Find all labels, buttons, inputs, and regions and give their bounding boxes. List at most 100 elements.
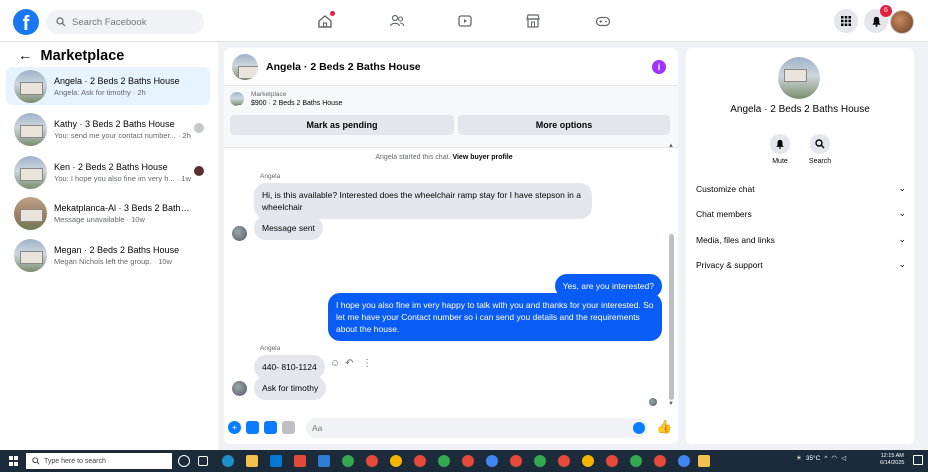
gif-icon[interactable] (282, 421, 295, 434)
mute-label: Mute (772, 158, 788, 165)
more-options-button[interactable]: More options (458, 115, 670, 135)
listing-thumbnail (14, 69, 47, 103)
mark-pending-button[interactable]: Mark as pending (230, 115, 454, 135)
weather-icon[interactable]: ☀ (796, 454, 802, 462)
conversation-item[interactable]: Mekatplanca-Al · 3 Beds 2 Baths H... Mes… (6, 194, 210, 232)
chrome-icon[interactable] (390, 455, 402, 467)
sender-avatar (232, 226, 247, 241)
sticker-icon[interactable] (264, 421, 277, 434)
chrome-icon[interactable] (342, 455, 354, 467)
windows-start-icon[interactable] (9, 456, 19, 466)
details-title: Angela · 2 Beds 2 Baths House (730, 104, 870, 115)
taskbar-search[interactable]: Type here to search (26, 453, 172, 469)
incoming-message[interactable]: Hi, is this available? Interested does t… (254, 183, 592, 219)
facebook-logo[interactable]: f (13, 9, 39, 35)
section-media-files-links[interactable]: Media, files and links ⌄ (696, 234, 906, 245)
section-chat-members[interactable]: Chat members ⌄ (696, 208, 906, 219)
temperature[interactable]: 35°C (806, 455, 821, 462)
chrome-icon[interactable] (534, 455, 546, 467)
tray-chevron-up-icon[interactable]: ^ (824, 455, 827, 462)
view-buyer-profile-link[interactable]: View buyer profile (452, 154, 512, 161)
chevron-down-icon: ⌄ (898, 234, 906, 244)
chrome-icon[interactable] (630, 455, 642, 467)
photo-icon[interactable] (246, 421, 259, 434)
scroll-up-arrow-icon[interactable]: ▲ (668, 143, 674, 149)
conversation-name: Kathy · 3 Beds 2 Baths House (54, 118, 175, 129)
message-input[interactable] (306, 418, 648, 438)
conversation-item[interactable]: Megan · 2 Beds 2 Baths House Megan Nicho… (6, 236, 210, 274)
folder-icon[interactable] (698, 455, 710, 467)
section-privacy-support[interactable]: Privacy & support ⌄ (696, 259, 906, 270)
top-bar: f 6 (0, 0, 928, 42)
chrome-icon[interactable] (654, 455, 666, 467)
home-icon[interactable] (316, 11, 335, 30)
conversation-preview: Angela: Ask for timothy · 2h (54, 87, 146, 97)
search-icon (32, 457, 40, 465)
listing-price: $900 · 2 Beds 2 Baths House (251, 100, 343, 107)
chrome-icon[interactable] (486, 455, 498, 467)
section-customize-chat[interactable]: Customize chat ⌄ (696, 183, 906, 194)
volume-icon[interactable]: ◁ (841, 454, 846, 462)
emoji-icon[interactable] (633, 422, 645, 434)
profile-avatar[interactable] (890, 10, 914, 34)
back-arrow-icon[interactable]: ← (18, 48, 33, 64)
edge-icon[interactable] (222, 455, 234, 467)
notification-center-icon[interactable] (913, 455, 923, 465)
chrome-icon[interactable] (462, 455, 474, 467)
listing-mini-thumbnail (230, 92, 244, 106)
thumbs-up-icon[interactable]: 👍 (656, 419, 672, 435)
chrome-icon[interactable] (558, 455, 570, 467)
search-action[interactable]: Search (800, 134, 840, 165)
taskbar-clock[interactable]: 12:15 AM 6/14/2025 (880, 453, 904, 467)
search-box[interactable] (46, 10, 204, 34)
reply-icon[interactable]: ↶ (345, 358, 353, 369)
chrome-icon[interactable] (678, 455, 690, 467)
clock-time: 12:15 AM (880, 453, 904, 459)
search-input[interactable] (72, 16, 192, 28)
word-icon[interactable] (318, 455, 330, 467)
outgoing-message[interactable]: I hope you also fine im very happy to ta… (328, 293, 662, 341)
sender-avatar (232, 381, 247, 396)
cortana-icon[interactable] (178, 455, 190, 467)
search-label: Search (808, 158, 832, 165)
task-view-icon[interactable] (198, 456, 208, 466)
conversation-item[interactable]: Kathy · 3 Beds 2 Baths House You: send m… (6, 110, 210, 148)
chevron-down-icon: ⌄ (898, 259, 906, 269)
taskbar-search-placeholder: Type here to search (44, 457, 106, 465)
seen-avatar (194, 166, 204, 176)
chrome-icon[interactable] (414, 455, 426, 467)
mute-action[interactable]: Mute (760, 134, 800, 165)
chrome-icon[interactable] (366, 455, 378, 467)
conversation-item[interactable]: Ken · 2 Beds 2 Baths House You: I hope y… (6, 153, 210, 191)
app-icon[interactable] (294, 455, 306, 467)
incoming-message[interactable]: Message sent (254, 216, 323, 240)
marketplace-icon[interactable] (524, 12, 542, 30)
file-explorer-icon[interactable] (246, 455, 258, 467)
chevron-down-icon: ⌄ (898, 183, 906, 193)
more-actions-icon[interactable]: ⋮ (362, 358, 372, 369)
menu-button[interactable] (834, 9, 858, 33)
friends-icon[interactable] (388, 12, 406, 30)
chat-listing-thumbnail[interactable] (232, 53, 258, 80)
notifications-button[interactable]: 6 (864, 5, 892, 33)
chat-title[interactable]: Angela · 2 Beds 2 Baths House (266, 61, 421, 73)
video-icon[interactable] (456, 12, 474, 30)
gaming-icon[interactable] (594, 12, 612, 30)
conversation-item[interactable]: Angela · 2 Beds 2 Baths House Angela: As… (6, 67, 210, 105)
chat-scrollbar[interactable] (669, 234, 674, 400)
chat-window: Angela · 2 Beds 2 Baths House i Marketpl… (224, 48, 678, 444)
add-attachment-icon[interactable]: + (228, 421, 241, 434)
chrome-icon[interactable] (606, 455, 618, 467)
incoming-message[interactable]: Ask for timothy (254, 376, 327, 400)
info-icon[interactable]: i (652, 60, 666, 74)
chrome-icon[interactable] (510, 455, 522, 467)
mail-icon[interactable] (270, 455, 282, 467)
chrome-icon[interactable] (438, 455, 450, 467)
read-receipt-avatar (649, 398, 657, 406)
grid-menu-icon (841, 16, 851, 26)
section-label: Customize chat (696, 183, 755, 194)
chrome-icon[interactable] (582, 455, 594, 467)
react-emoji-icon[interactable]: ☺ (330, 358, 340, 369)
wifi-icon[interactable]: ◠ (831, 454, 837, 462)
scroll-down-arrow-icon[interactable]: ▼ (668, 401, 674, 407)
